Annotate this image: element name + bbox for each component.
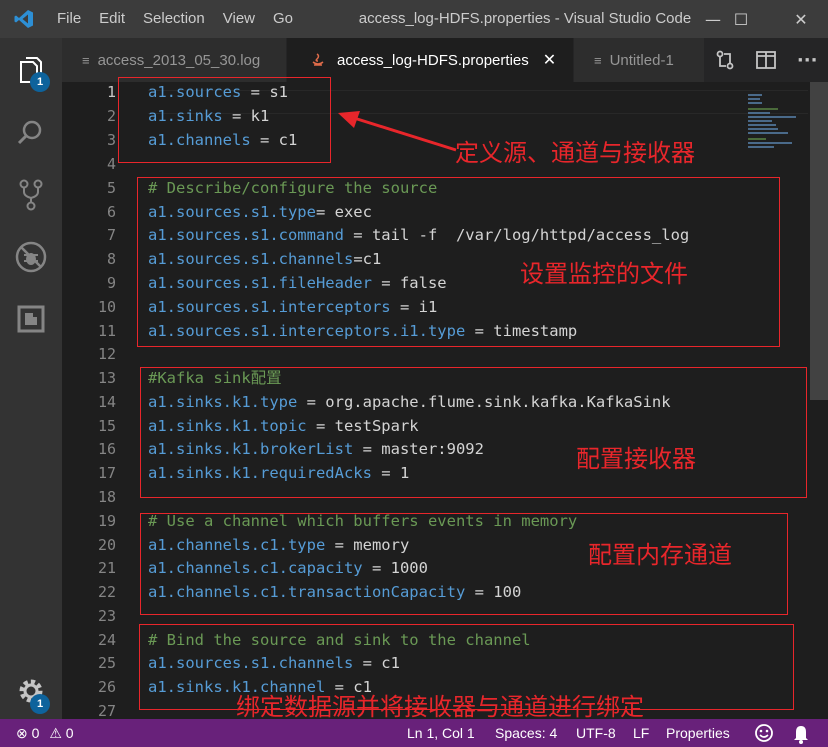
line-number: 8 (106, 250, 116, 268)
maximize-icon: ☐ (733, 9, 749, 29)
language-mode[interactable]: Properties (666, 719, 730, 747)
extensions-icon (17, 305, 45, 333)
annotation-monitor-text: 设置监控的文件 (520, 260, 688, 288)
line-number: 4 (106, 155, 116, 173)
tab-untitled-1[interactable]: ≡ Untitled-1 (574, 38, 724, 82)
activity-bar: 1 1 (0, 38, 62, 719)
notifications-bell-icon[interactable] (791, 719, 811, 747)
feedback-smiley-icon[interactable] (754, 719, 774, 747)
line-number: 23 (97, 607, 116, 625)
line-number: 9 (106, 274, 116, 292)
explorer-badge: 1 (30, 72, 50, 92)
vscode-logo-icon (0, 0, 48, 38)
window-title: access_log-HDFS.properties - Visual Stud… (358, 10, 692, 27)
debug-button[interactable] (0, 226, 62, 288)
line-number: 26 (97, 678, 116, 696)
line-number: 2 (106, 107, 116, 125)
compare-changes-icon[interactable] (715, 50, 735, 70)
file-icon: ≡ (82, 52, 90, 68)
close-icon: ✕ (794, 9, 808, 29)
tab-label: access_2013_05_30.log (97, 51, 261, 69)
extensions-button[interactable] (0, 288, 62, 350)
annotation-bind-text: 绑定数据源并将接收器与通道进行绑定 (236, 693, 644, 721)
search-button[interactable] (0, 102, 62, 164)
indentation-setting[interactable]: Spaces: 4 (495, 719, 557, 747)
source-control-button[interactable] (0, 164, 62, 226)
line-number: 18 (97, 488, 116, 506)
menu-selection[interactable]: Selection (134, 0, 214, 38)
menu-bar: File Edit Selection View Go (48, 0, 302, 38)
close-window-button[interactable]: ✕ (778, 0, 824, 38)
encoding-setting[interactable]: UTF-8 (576, 719, 616, 747)
explorer-button[interactable]: 1 (0, 40, 62, 102)
annotation-box-sink (140, 367, 807, 498)
warning-count: 0 (65, 725, 74, 741)
search-icon (17, 120, 42, 145)
file-icon: ≡ (594, 52, 602, 68)
status-bar: ⊗ 0 ⚠ 0 Ln 1, Col 1 Spaces: 4 UTF-8 LF P… (0, 719, 828, 747)
annotation-define-text: 定义源、通道与接收器 (455, 139, 695, 167)
cursor-position[interactable]: Ln 1, Col 1 (407, 719, 475, 747)
line-number: 7 (106, 226, 116, 244)
more-actions-icon[interactable]: ··· (797, 50, 818, 71)
annotation-arrow-icon (338, 111, 457, 152)
settings-button[interactable]: 1 (0, 660, 62, 722)
minimap[interactable] (748, 92, 798, 152)
annotation-channel-text: 配置内存通道 (588, 541, 732, 569)
line-number: 14 (97, 393, 116, 411)
tab-bar: ≡ access_2013_05_30.log access_log-HDFS.… (62, 38, 828, 82)
source-control-icon (19, 179, 43, 211)
split-editor-icon[interactable] (755, 51, 776, 69)
annotation-sink-text: 配置接收器 (576, 445, 696, 473)
error-icon: ⊗ (16, 725, 28, 741)
close-tab-icon[interactable]: ✕ (543, 50, 556, 70)
line-number-gutter: 1 2 3 4 5 6 7 8 9 10 11 12 13 14 15 16 1… (62, 82, 118, 719)
title-bar: File Edit Selection View Go access_log-H… (0, 0, 828, 38)
problems-indicator[interactable]: ⊗ 0 ⚠ 0 (16, 719, 74, 747)
tab-access-log[interactable]: ≡ access_2013_05_30.log (62, 38, 286, 82)
line-number: 16 (97, 440, 116, 458)
debug-icon (15, 241, 47, 273)
settings-badge: 1 (30, 694, 50, 714)
eol-setting[interactable]: LF (633, 719, 649, 747)
menu-view[interactable]: View (214, 0, 264, 38)
tab-label: access_log-HDFS.properties (337, 51, 529, 69)
line-number: 19 (97, 512, 116, 530)
line-number: 12 (97, 345, 116, 363)
line-number: 17 (97, 464, 116, 482)
line-number: 20 (97, 536, 116, 554)
menu-go[interactable]: Go (264, 0, 302, 38)
line-number: 25 (97, 654, 116, 672)
menu-file[interactable]: File (48, 0, 90, 38)
line-number: 24 (97, 631, 116, 649)
line-number: 22 (97, 583, 116, 601)
tab-label: Untitled-1 (609, 51, 674, 69)
java-properties-icon (312, 53, 324, 66)
warning-icon: ⚠ (49, 725, 62, 741)
maximize-button[interactable]: ☐ (718, 0, 764, 38)
error-count: 0 (31, 725, 40, 741)
line-number: 15 (97, 417, 116, 435)
line-number: 21 (97, 559, 116, 577)
editor-actions: ··· (704, 38, 828, 82)
line-number: 13 (97, 369, 116, 387)
scrollbar-thumb[interactable] (810, 82, 828, 400)
line-number: 10 (97, 298, 116, 316)
annotation-box-define (118, 77, 331, 163)
line-number: 3 (106, 131, 116, 149)
line-number: 11 (97, 322, 116, 340)
line-number: 27 (97, 702, 116, 719)
menu-edit[interactable]: Edit (90, 0, 134, 38)
line-number: 5 (106, 179, 116, 197)
tab-access-log-hdfs-properties[interactable]: access_log-HDFS.properties ✕ (287, 38, 573, 82)
line-number: 1 (106, 83, 116, 101)
line-number: 6 (106, 203, 116, 221)
